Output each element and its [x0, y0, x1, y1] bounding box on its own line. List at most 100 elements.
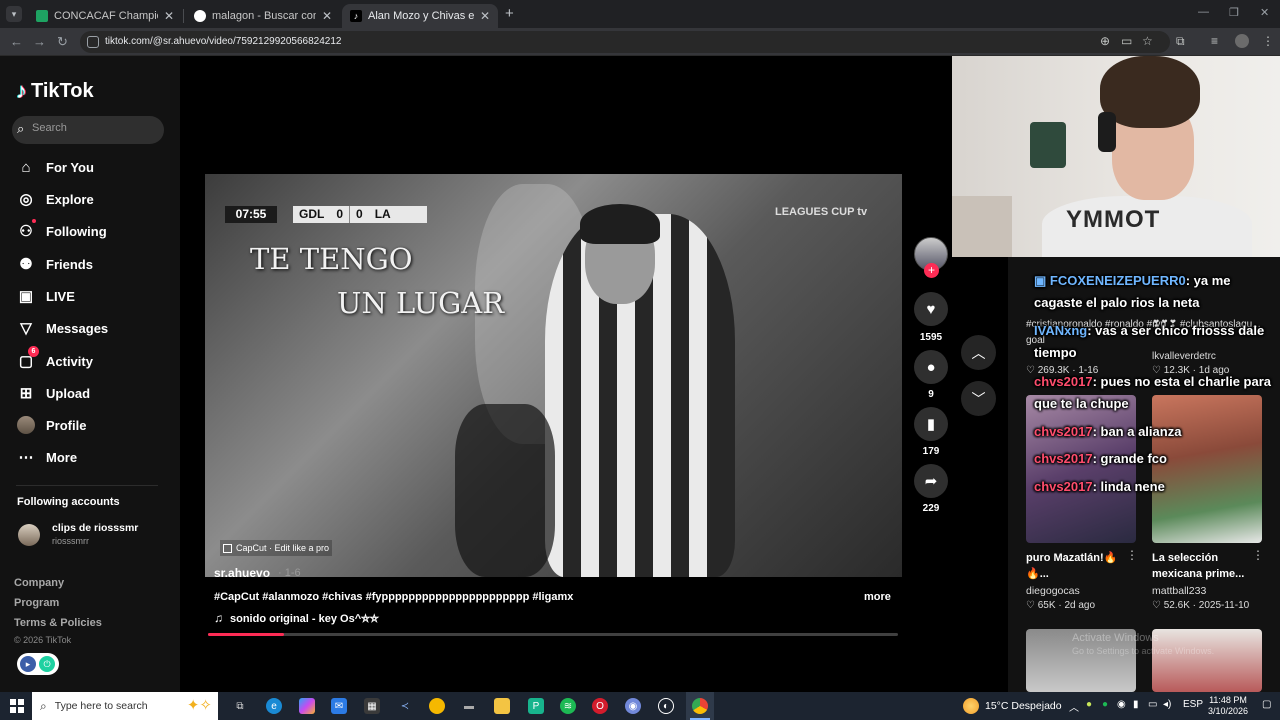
language-indicator[interactable]: ESP — [1183, 699, 1203, 710]
obs-icon[interactable]: ◐ — [658, 698, 674, 714]
footer-terms-link[interactable]: Terms & Policies — [14, 617, 102, 629]
rec-thumbnail[interactable] — [1152, 629, 1262, 692]
nav-profile[interactable]: Profile — [16, 413, 86, 437]
rec-title[interactable]: La selección mexicana prime... — [1152, 550, 1252, 582]
video-caption[interactable]: #CapCut #alanmozo #chivas #fyppppppppppp… — [214, 591, 573, 603]
nav-following[interactable]: ⚇ Following — [16, 219, 107, 243]
tray-app-icon[interactable]: ● — [1086, 699, 1092, 710]
browser-tab-google[interactable]: malagon - Buscar con Google ✕ — [186, 4, 340, 28]
close-tab-icon[interactable]: ✕ — [164, 9, 174, 23]
video-author[interactable]: sr.ahuevo — [214, 566, 270, 580]
browser-profile-avatar[interactable] — [1235, 34, 1249, 48]
tab-search-icon[interactable]: ▾ — [6, 6, 22, 22]
nav-upload[interactable]: ⊞ Upload — [16, 381, 90, 405]
maximize-icon[interactable]: ❐ — [1229, 6, 1239, 19]
nav-for-you[interactable]: ⌂ For You — [16, 155, 93, 179]
close-tab-icon[interactable]: ✕ — [322, 9, 332, 23]
reload-icon[interactable]: ↻ — [57, 34, 68, 50]
live-icon: ▣ — [18, 288, 34, 305]
copilot-icon[interactable] — [299, 698, 315, 714]
close-tab-icon[interactable]: ✕ — [480, 9, 490, 23]
discord-icon[interactable]: ◉ — [625, 698, 641, 714]
nav-explore[interactable]: ◎ Explore — [16, 187, 93, 211]
share-icon: ➦ — [924, 473, 938, 490]
chrome-canary-icon[interactable] — [429, 698, 445, 714]
mail-icon[interactable]: ✉ — [331, 698, 347, 714]
chrome-icon[interactable] — [692, 698, 708, 714]
video-progress-bar[interactable] — [208, 633, 898, 636]
comment-button[interactable]: ● — [914, 350, 948, 384]
search-input[interactable] — [32, 122, 152, 134]
app-green-icon[interactable]: P — [528, 698, 544, 714]
network-icon[interactable]: ▭ — [1148, 699, 1157, 710]
bookmark-icon: ▮ — [926, 416, 936, 433]
tray-spotify-icon[interactable]: ● — [1102, 699, 1108, 710]
search-box[interactable]: ⌕ — [12, 116, 164, 144]
terminal-icon[interactable]: ▬ — [461, 698, 477, 714]
share-button[interactable]: ➦ — [914, 464, 948, 498]
previous-video-button[interactable]: ︿ — [961, 335, 996, 370]
bookmark-star-icon[interactable]: ☆ — [1142, 34, 1153, 48]
rec-more-icon[interactable]: ⋮ — [1252, 548, 1264, 562]
video-progress-fill — [208, 633, 284, 636]
tray-discord-icon[interactable]: ◉ — [1117, 699, 1126, 710]
footer-company-link[interactable]: Company — [14, 577, 64, 589]
extensions-icon[interactable]: ⧉ — [1176, 34, 1185, 49]
nav-live[interactable]: ▣ LIVE — [16, 284, 75, 308]
vscode-icon[interactable]: ≺ — [397, 698, 413, 714]
browser-tab-concacaf[interactable]: CONCACAF Champions Cup pa ✕ — [28, 4, 182, 28]
back-icon[interactable]: ← — [10, 34, 23, 49]
weather-text[interactable]: 15°C Despejado — [985, 700, 1062, 712]
notifications-icon[interactable]: ▢ — [1262, 699, 1271, 710]
caption-more-link[interactable]: more — [864, 591, 891, 603]
opera-icon[interactable]: O — [592, 698, 608, 714]
nav-friends[interactable]: ⚉ Friends — [16, 252, 93, 276]
next-video-button[interactable]: ﹀ — [961, 381, 996, 416]
rec-title[interactable]: puro Mazatlán!🔥🔥... — [1026, 550, 1121, 582]
address-bar[interactable]: tiktok.com/@sr.ahuevo/video/759212992056… — [80, 31, 1170, 53]
rec-more-icon[interactable]: ⋮ — [1126, 548, 1138, 562]
forward-icon[interactable]: → — [33, 34, 46, 49]
footer-program-link[interactable]: Program — [14, 597, 59, 609]
close-window-icon[interactable]: ✕ — [1260, 6, 1269, 19]
capcut-link[interactable]: CapCut · Edit like a pro — [220, 540, 333, 556]
zoom-icon[interactable]: ⊕ — [1100, 34, 1110, 48]
windows-start-icon[interactable] — [10, 699, 24, 713]
tray-chevron-up-icon[interactable]: ︿ — [1069, 699, 1079, 714]
minimize-icon[interactable]: — — [1198, 6, 1209, 18]
following-accounts-title: Following accounts — [17, 496, 120, 508]
nav-messages[interactable]: ▽ Messages — [16, 316, 108, 340]
new-tab-icon[interactable]: + — [505, 5, 514, 22]
nav-activity[interactable]: ▢ 6 Activity — [16, 346, 93, 373]
save-button[interactable]: ▮ — [914, 407, 948, 441]
weather-icon[interactable] — [963, 698, 979, 714]
tiktok-favicon-icon: ♪ — [350, 10, 362, 22]
browser-menu-icon[interactable]: ⋮ — [1262, 34, 1274, 48]
like-button[interactable]: ♥ — [914, 292, 948, 326]
site-info-icon[interactable] — [87, 36, 99, 48]
volume-icon[interactable]: ◂) — [1163, 699, 1171, 710]
reading-list-icon[interactable]: ≡ — [1211, 34, 1218, 48]
messages-icon: ▽ — [20, 320, 32, 337]
follow-plus-icon[interactable]: + — [924, 263, 939, 278]
microphone-icon[interactable]: ▮ — [1133, 699, 1139, 710]
file-explorer-icon[interactable] — [494, 698, 510, 714]
music-title[interactable]: sonido original - key Os^⛥⛥ — [230, 613, 379, 626]
browser-tab-tiktok[interactable]: ♪ Alan Mozo y Chivas en la Liga ✕ — [342, 4, 498, 28]
url-text[interactable]: tiktok.com/@sr.ahuevo/video/759212992056… — [105, 36, 341, 47]
tiktok-logo[interactable]: ♪ TikTok — [16, 78, 94, 104]
video-player[interactable]: 07:55 GDL 0 0 LA LEAGUES CUP tv TE TENGO… — [205, 174, 902, 577]
spotify-icon[interactable]: ≋ — [560, 698, 576, 714]
nav-more[interactable]: ⋯ More — [16, 445, 78, 469]
store-icon[interactable]: ▦ — [364, 698, 380, 714]
rec-user[interactable]: mattball233 — [1152, 585, 1206, 597]
taskbar-search[interactable]: ⌕ Type here to search ✦✧ — [32, 692, 218, 720]
taskbar-clock[interactable]: 11:48 PM 3/10/2026 — [1206, 695, 1250, 717]
edge-icon[interactable]: e — [266, 698, 282, 714]
task-view-icon[interactable]: ⧉ — [232, 698, 248, 714]
rec-user[interactable]: diegogocas — [1026, 585, 1080, 597]
following-account-item[interactable]: clips de riosssmr riosssmrr — [18, 522, 168, 552]
account-name: clips de riosssmr — [52, 522, 139, 534]
cast-icon[interactable]: ▭ — [1121, 34, 1132, 48]
get-app-pill[interactable]: ▸ ⏻ — [17, 653, 59, 675]
